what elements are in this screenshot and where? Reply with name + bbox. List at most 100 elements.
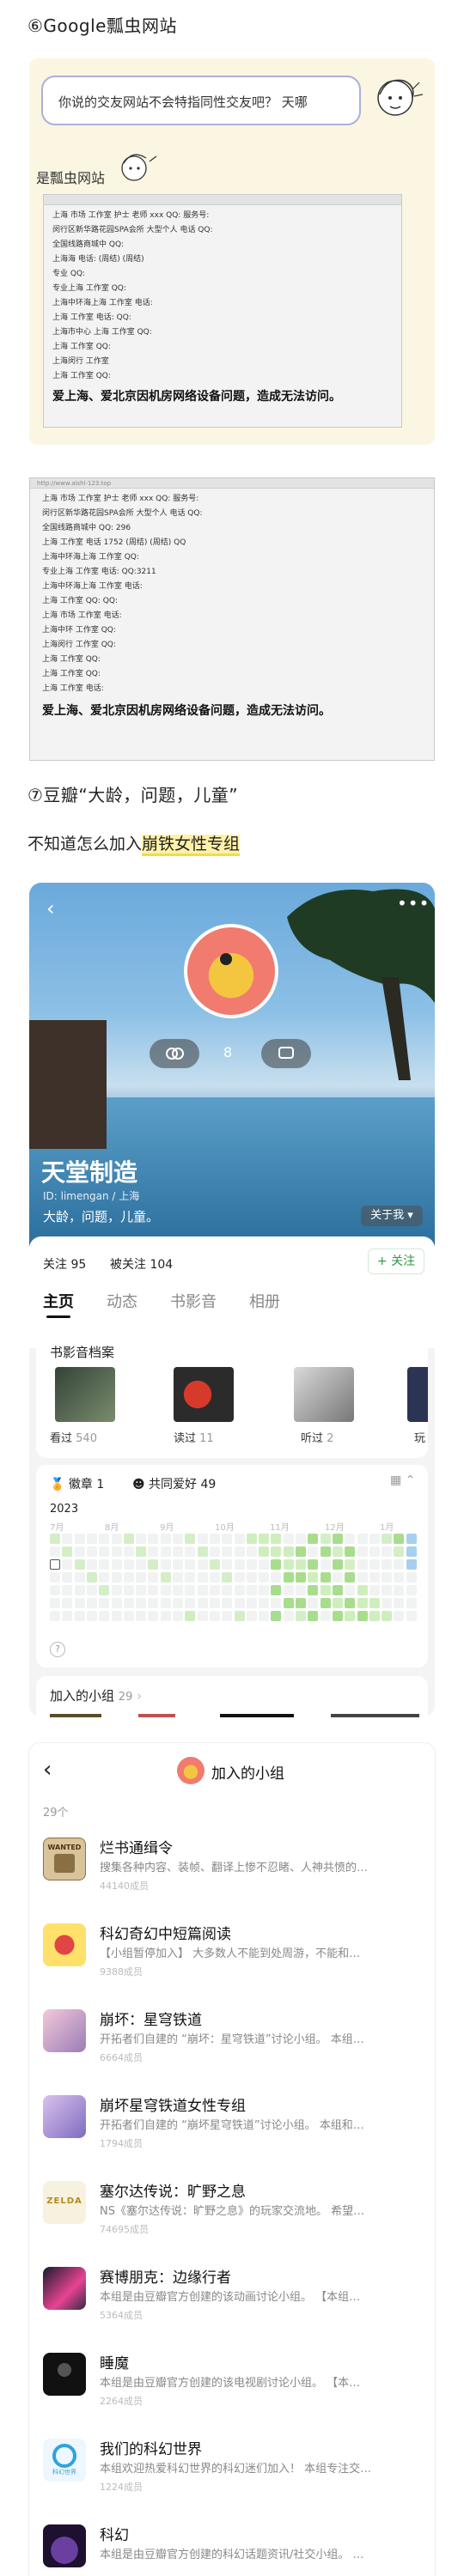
listened-stat: 听过 2	[301, 1432, 334, 1445]
doc-line: 专业 QQ:	[52, 270, 86, 278]
medal-count[interactable]: 🏅 徽章 1	[50, 1475, 104, 1492]
profile-sheet: 关注 95 被关注 104 + 关注 主页 动态 书影音 相册 书影音档案 看过…	[29, 1236, 435, 1717]
group-members: 1794成员	[100, 2138, 143, 2149]
calendar-cell	[209, 1572, 220, 1583]
watched-posters	[55, 1367, 115, 1422]
played-stat: 玩	[414, 1432, 426, 1445]
calendar-cell	[185, 1611, 196, 1621]
calendar-cell	[86, 1572, 97, 1583]
back-arrow-icon[interactable]: ‹	[43, 1757, 52, 1783]
group-list-item[interactable]: 科幻世界 我们的科幻世界 本组欢迎热爱科幻世界的科幻迷们加入！ 本组专注交… 1…	[29, 2427, 435, 2512]
tab-media[interactable]: 书影音	[170, 1290, 217, 1312]
group-list-item[interactable]: 睡魔 本组是由豆瓣官方创建的该电视剧讨论小组。 【本… 2264成员	[29, 2341, 435, 2427]
group-list-item[interactable]: 崩坏星穹铁道女性专组 开拓者们自建的 “崩坏星穹铁道”讨论小组。 本组和… 17…	[29, 2083, 435, 2169]
calendar-cell	[197, 1598, 208, 1608]
group-thumb	[43, 2353, 86, 2396]
calendar-cell	[345, 1611, 356, 1621]
calendar-cell	[123, 1546, 134, 1557]
calendar-cell	[406, 1572, 417, 1583]
calendar-cell	[259, 1585, 270, 1595]
group-list-item[interactable]: 科幻 本组是由豆瓣官方创建的科幻话题资讯/社交小组。 …	[29, 2512, 435, 2576]
back-arrow-icon[interactable]: ‹	[46, 896, 55, 920]
common-hobby[interactable]: ☻ 共同爱好 49	[132, 1475, 216, 1492]
calendar-cell	[283, 1572, 294, 1583]
calendar-cell	[50, 1572, 60, 1583]
calendar-cell	[406, 1585, 417, 1595]
group-thumb: WANTED	[43, 1838, 86, 1880]
group-thumb	[43, 1923, 86, 1966]
group-desc: 本组是由豆瓣官方创建的该电视剧讨论小组。 【本…	[100, 2377, 361, 2390]
group-list-item[interactable]: WANTED 烂书通缉令 搜集各种内容、装帧、翻译上惨不忍睹、人神共愤的… 44…	[29, 1826, 435, 1911]
group-desc: 本组是由豆瓣官方创建的科幻话题资讯/社交小组。 …	[100, 2549, 364, 2561]
following-count[interactable]: 关注 95	[43, 1255, 86, 1273]
tab-home[interactable]: 主页	[43, 1290, 74, 1312]
group-list-item[interactable]: ZELDA 塞尔达传说：旷野之息 NS《塞尔达传说：旷野之息》的玩家交流地。 希…	[29, 2169, 435, 2255]
calendar-cell	[394, 1585, 405, 1595]
calendar-cell	[111, 1546, 122, 1557]
calendar-cell	[259, 1534, 270, 1544]
calendar-cell	[283, 1585, 294, 1595]
doulist-button[interactable]	[150, 1039, 199, 1068]
more-icon[interactable]: •••	[397, 893, 430, 914]
group-desc: 开拓者们自建的 “崩坏星穹铁道”讨论小组。 本组和…	[100, 2119, 364, 2132]
doc-line: 专业上海 工作室 电话: QQ:3211	[42, 568, 156, 576]
calendar-cell	[345, 1598, 356, 1608]
calendar-cell	[185, 1572, 196, 1583]
calendar-cell	[86, 1559, 97, 1570]
group-list-item[interactable]: 科幻奇幻中短篇阅读 【小组暂停加入】 大多数人不能到处周游，不能和… 9388成…	[29, 1911, 435, 1997]
doc-line: 全国线路商城中 QQ: 296	[42, 524, 131, 532]
calendar-cell	[308, 1585, 319, 1595]
calendar-cell	[394, 1534, 405, 1544]
calendar-today-cell	[50, 1559, 60, 1570]
calendar-cell	[111, 1559, 122, 1570]
douban-profile-screen: ‹ ••• 8 天堂制造 ID: limengan / 上海 大龄，问题，儿童。…	[29, 883, 435, 1717]
doodle-character-icon	[369, 70, 424, 124]
doc-notice: 爱上海、爱北京因机房网络设备问题，造成无法访问。	[52, 390, 341, 404]
calendar-cell	[99, 1559, 110, 1570]
calendar-cell	[332, 1534, 343, 1544]
user-avatar-small	[177, 1757, 205, 1784]
help-icon[interactable]: ?	[50, 1642, 65, 1657]
doc-line: 上海闵行 工作室 QQ:	[42, 641, 116, 649]
avatar[interactable]	[184, 924, 278, 1018]
calendar-cell	[357, 1572, 368, 1583]
calendar-cell	[209, 1559, 220, 1570]
group-list-item[interactable]: 崩坏：星穹铁道 开拓者们自建的 “崩坏：星穹铁道”讨论小组。 本组… 6664成…	[29, 1997, 435, 2083]
calendar-cell	[160, 1572, 171, 1583]
joined-groups-card[interactable]: 加入的小组 29 ›	[36, 1676, 428, 1717]
calendar-cell	[296, 1534, 306, 1544]
calendar-cell	[209, 1598, 220, 1608]
group-desc: 搜集各种内容、装帧、翻译上惨不忍睹、人神共愤的…	[100, 1862, 369, 1874]
about-me-button[interactable]: 关于我 ▾	[361, 1206, 423, 1226]
subtitle-plain: 不知道怎么加入	[27, 835, 143, 854]
doc-line: 上海中环海上海 工作室 电话:	[42, 582, 143, 591]
calendar-cell	[222, 1559, 233, 1570]
message-button[interactable]	[261, 1039, 311, 1068]
group-title: 崩坏星穹铁道女性专组	[100, 2098, 246, 2115]
tab-album[interactable]: 相册	[249, 1290, 280, 1312]
calendar-cell	[99, 1585, 110, 1595]
calendar-cell	[308, 1534, 319, 1544]
group-title: 科幻	[100, 2527, 129, 2544]
calendar-cell	[296, 1559, 306, 1570]
calendar-cell	[357, 1559, 368, 1570]
doc-line: 上海 工作室 电话 1752 (周结) (周结) QQ	[42, 538, 186, 547]
calendar-cell	[320, 1598, 331, 1608]
calendar-cell	[308, 1572, 319, 1583]
calendar-cell	[123, 1534, 134, 1544]
calendar-cell	[123, 1611, 134, 1621]
media-archive-card[interactable]: 书影音档案 看过 540 读过 11 听过 2 玩	[36, 1331, 428, 1458]
calendar-cell	[160, 1546, 171, 1557]
calendar-toggle-icon[interactable]: ▦ ⌃	[390, 1473, 415, 1487]
calendar-cell	[259, 1611, 270, 1621]
groups-list-screen: ‹ 加入的小组 29个 WANTED 烂书通缉令 搜集各种内容、装帧、翻译上惨不…	[29, 1743, 435, 2576]
group-list-item[interactable]: 赛博朋克：边缘行者 本组是由豆瓣官方创建的该动画讨论小组。 【本组… 5364成…	[29, 2255, 435, 2341]
calendar-year: 2023	[50, 1503, 79, 1516]
calendar-cell	[345, 1572, 356, 1583]
calendar-cell	[136, 1585, 147, 1595]
doc-line: 上海 市场 工作室 护士 老师 xxx QQ: 服务号:	[52, 211, 210, 220]
follow-button[interactable]: + 关注	[368, 1249, 424, 1274]
followers-count[interactable]: 被关注 104	[110, 1255, 173, 1273]
tab-activity[interactable]: 动态	[107, 1290, 137, 1312]
doc-line: 上海中环 工作室 QQ:	[42, 626, 116, 635]
